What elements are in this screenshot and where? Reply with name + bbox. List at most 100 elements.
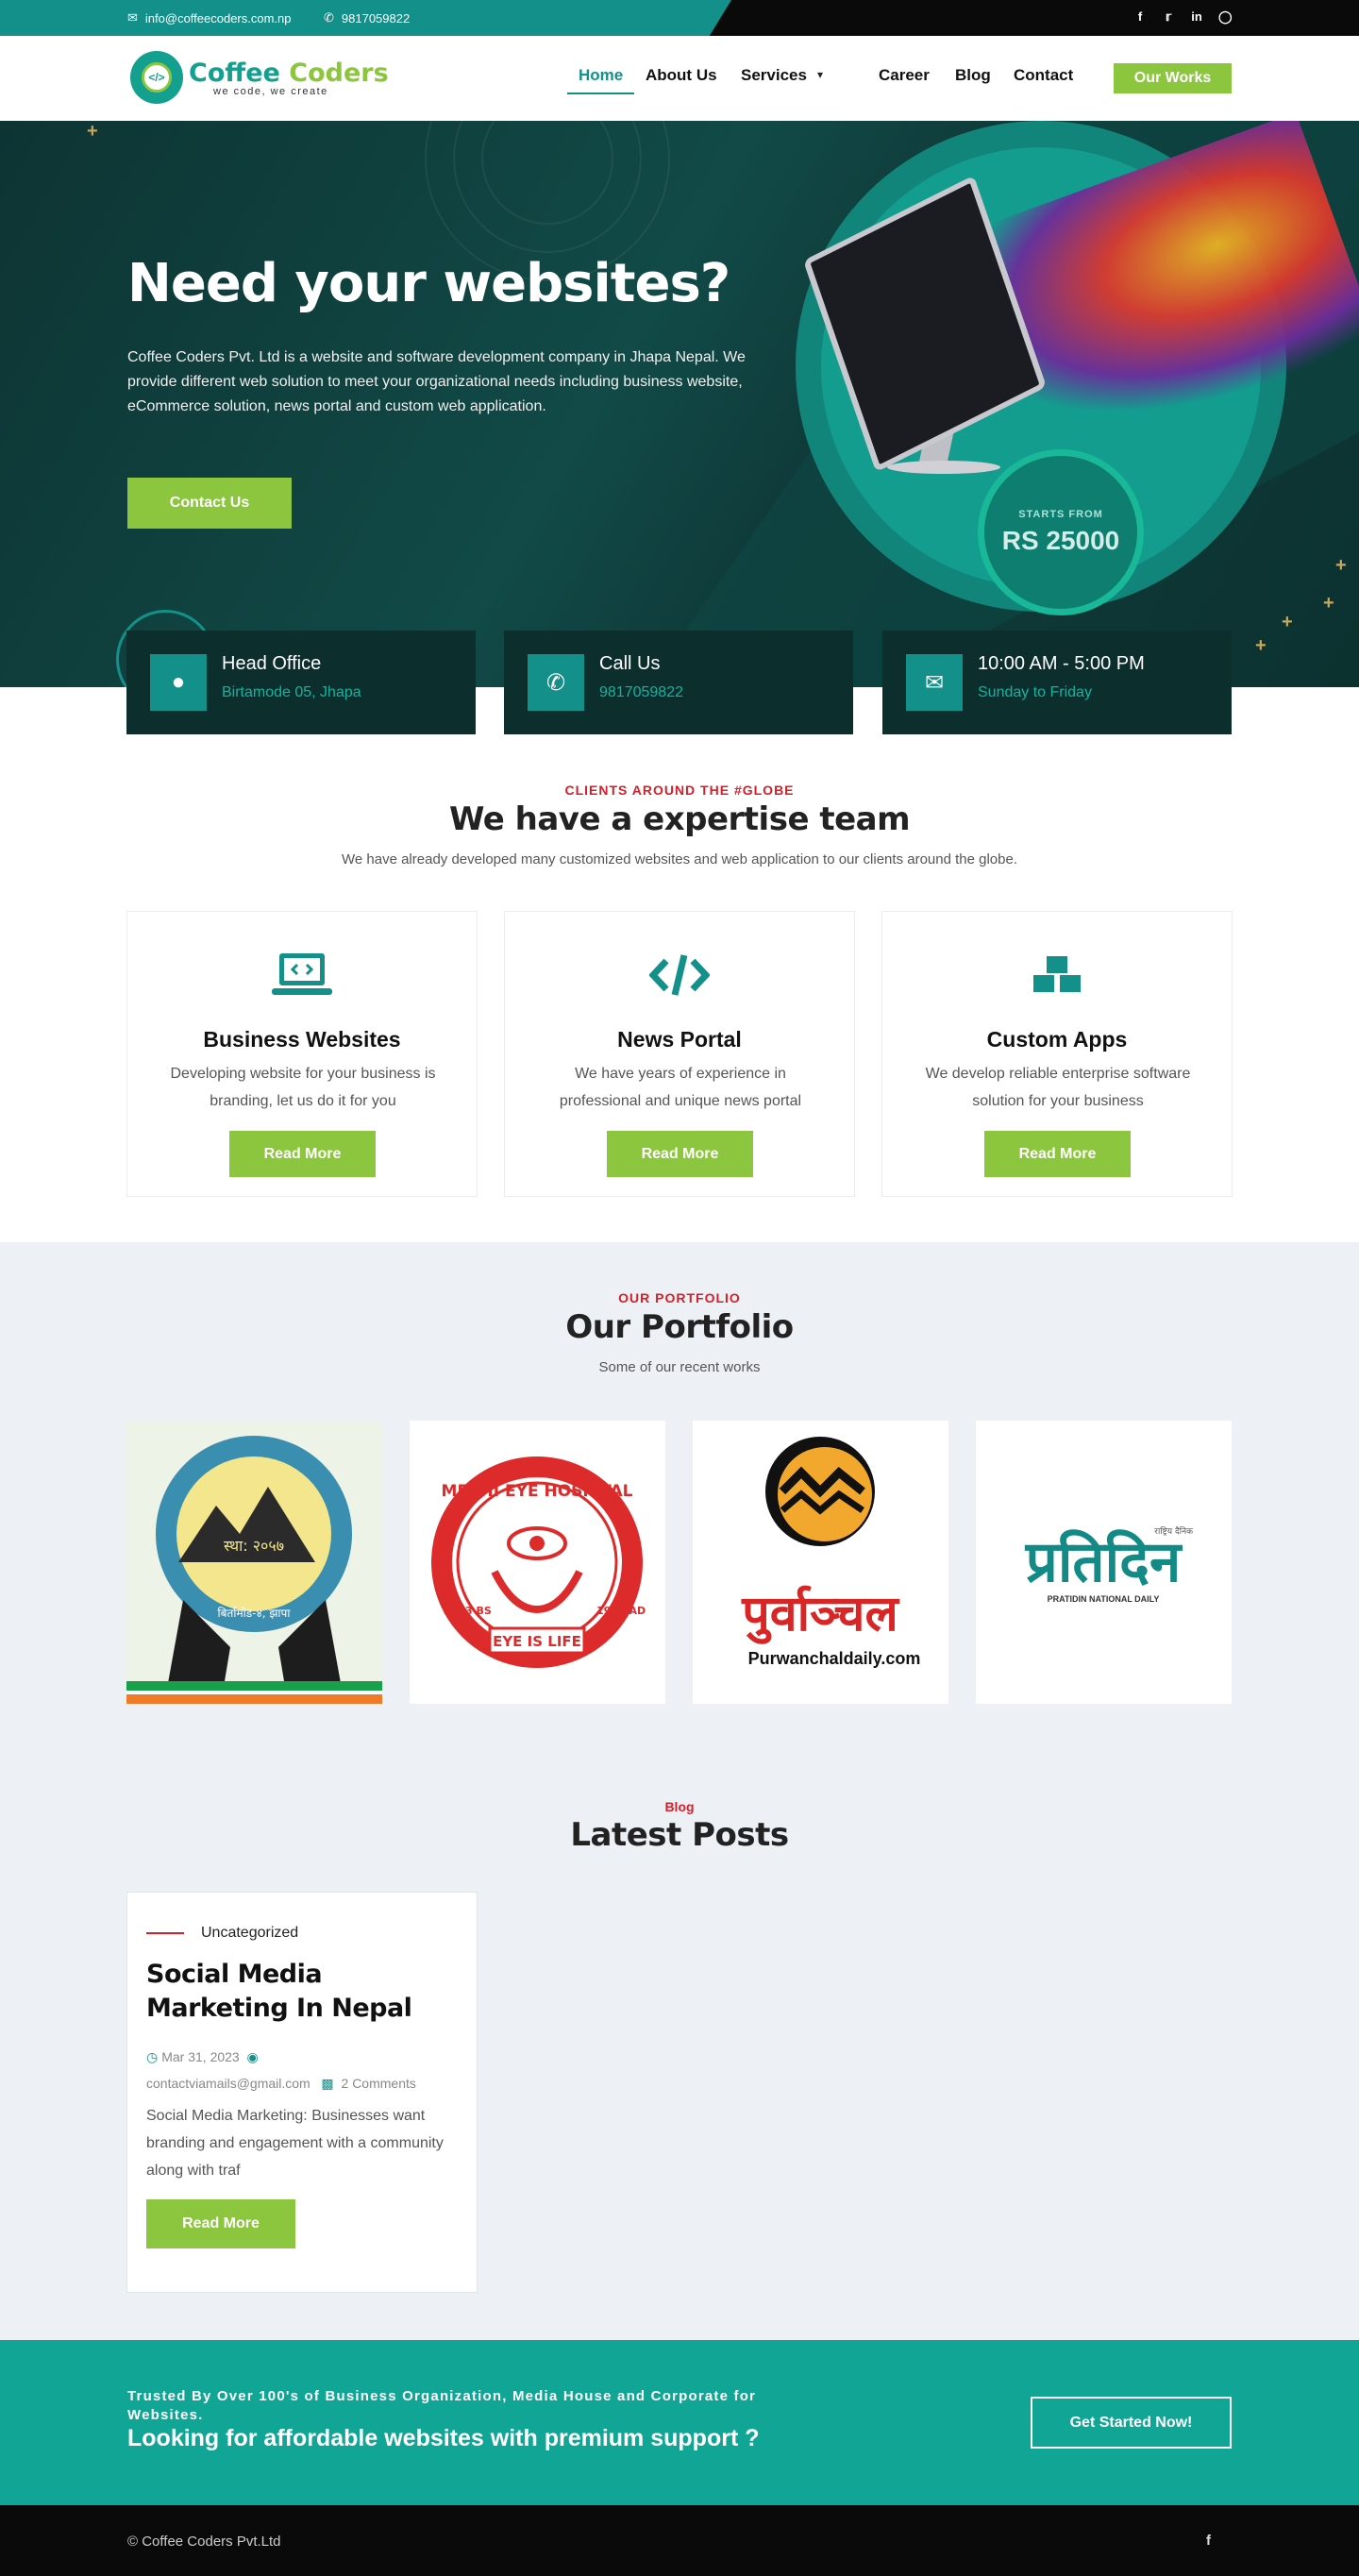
top-bar: ✉ info@coffeecoders.com.np ✆ 9817059822 … — [0, 0, 1359, 36]
logo-mark: </> — [130, 51, 183, 104]
service-description: Developing website for your business is … — [170, 1066, 436, 1109]
service-card-business-websites: Business Websites Developing website for… — [126, 911, 478, 1197]
mechi-logo-year-ad: 1996 AD — [596, 1605, 646, 1617]
cubes-icon — [882, 950, 1232, 1005]
price-value: RS 25000 — [1001, 526, 1120, 555]
pratidin-logo-subtitle: PRATIDIN NATIONAL DAILY — [1048, 1594, 1160, 1604]
top-phone-text: 9817059822 — [341, 10, 411, 25]
service-description: We have years of experience in professio… — [559, 1066, 802, 1109]
post-excerpt: Social Media Marketing: Businesses want … — [146, 2108, 444, 2179]
nav-active-underline — [567, 93, 634, 94]
blog-title: Latest Posts — [570, 1816, 789, 1854]
portfolio-subtitle: Some of our recent works — [598, 1359, 761, 1375]
info-card-call: ✆ Call Us 9817059822 — [504, 631, 853, 734]
info-card-hours: ✉ 10:00 AM - 5:00 PM Sunday to Friday — [882, 631, 1232, 734]
get-started-button[interactable]: Get Started Now! — [1031, 2397, 1232, 2449]
envelope-icon: ✉ — [127, 10, 138, 25]
mechi-logo-name: MECHI EYE HOSPITAL — [442, 1482, 633, 1501]
portfolio-item-mechi-eye[interactable]: MECHI EYE HOSPITAL EYE IS LIFE 2053 BS 1… — [410, 1421, 665, 1704]
pratidin-logo: राष्ट्रिय दैनिक प्रतिदिन PRATIDIN NATION… — [1025, 1525, 1194, 1604]
cooperative-logo: स्था: २०५७ बिर्तामोड-४, झापा — [126, 1436, 382, 1704]
info-card-title: Head Office — [222, 653, 322, 674]
pratidin-logo-title: प्रतिदिन — [1025, 1529, 1183, 1595]
cta-heading: Looking for affordable websites with pre… — [127, 2425, 760, 2451]
info-card-subtitle[interactable]: 9817059822 — [599, 684, 683, 701]
nav-services[interactable]: Services — [741, 66, 807, 85]
comments-icon: ▩ — [321, 2076, 334, 2091]
expertise-kicker: CLIENTS AROUND THE #GLOBE — [564, 783, 795, 798]
cta-trust-text: Trusted By Over 100's of Business Organi… — [127, 2388, 757, 2423]
post-comments[interactable]: 2 Comments — [342, 2076, 416, 2091]
facebook-icon[interactable]: f — [1133, 9, 1147, 25]
mechi-logo-slogan: EYE IS LIFE — [493, 1633, 581, 1650]
read-more-button[interactable]: Read More — [146, 2199, 295, 2248]
plus-decor-icon: + — [1255, 635, 1267, 656]
map-pin-icon: ● — [150, 654, 207, 711]
nav-contact[interactable]: Contact — [1014, 66, 1073, 85]
nav-home[interactable]: Home — [579, 66, 623, 85]
post-date: Mar 31, 2023 — [161, 2049, 240, 2064]
expertise-title: We have a expertise team — [448, 800, 911, 838]
site-header: </> Coffee Coders we code, we create Hom… — [0, 36, 1359, 121]
purwanchal-logo-title: पुर्वाञ्चल — [741, 1585, 899, 1644]
service-title: News Portal — [617, 1027, 742, 1052]
plus-decor-icon: + — [1335, 555, 1347, 576]
read-more-button[interactable]: Read More — [607, 1131, 753, 1177]
instagram-icon[interactable]: ◯ — [1218, 9, 1233, 25]
post-category-label: Uncategorized — [201, 1925, 299, 1941]
twitter-icon[interactable]: 𝕣 — [1162, 9, 1175, 25]
cooperative-logo-location: बिर्तामोड-४, झापा — [218, 1607, 292, 1620]
hero-section: STARTS FROM RS 25000 + + + + + Need your… — [0, 121, 1359, 687]
hero-description: Coffee Coders Pvt. Ltd is a website and … — [127, 349, 746, 414]
mechi-eye-hospital-logo: MECHI EYE HOSPITAL EYE IS LIFE 2053 BS 1… — [431, 1456, 646, 1668]
portfolio-item-purwanchal[interactable]: पुर्वाञ्चल Purwanchaldaily.com — [693, 1421, 948, 1704]
portfolio-kicker: OUR PORTFOLIO — [618, 1290, 741, 1305]
cta-section: Trusted By Over 100's of Business Organi… — [0, 2340, 1359, 2505]
info-card-subtitle: Sunday to Friday — [978, 684, 1092, 700]
phone-icon: ✆ — [324, 10, 334, 25]
mechi-logo-year-bs: 2053 BS — [444, 1605, 492, 1617]
clock-icon: ◷ — [146, 2049, 159, 2064]
top-email-text: info@coffeecoders.com.np — [144, 10, 292, 25]
post-category[interactable]: Uncategorized — [146, 1925, 298, 1942]
read-more-button[interactable]: Read More — [229, 1131, 376, 1177]
our-works-button[interactable]: Our Works — [1114, 63, 1232, 93]
envelope-open-icon: ✉ — [906, 654, 963, 711]
info-card-office: ● Head Office Birtamode 05, Jhapa — [126, 631, 476, 734]
service-title: Custom Apps — [986, 1027, 1128, 1052]
user-icon: ◉ — [246, 2049, 259, 2064]
info-card-title: Call Us — [599, 653, 661, 674]
chevron-down-icon: ▾ — [817, 68, 824, 81]
site-logo[interactable]: </> Coffee Coders we code, we create — [130, 51, 389, 104]
plus-decor-icon: + — [1323, 593, 1334, 614]
logo-wordmark: Coffee Coders we code, we create — [189, 59, 389, 97]
info-card-subtitle: Birtamode 05, Jhapa — [222, 684, 361, 700]
page: ✉ info@coffeecoders.com.np ✆ 9817059822 … — [0, 0, 1359, 2576]
nav-blog[interactable]: Blog — [955, 66, 991, 85]
price-label: STARTS FROM — [1018, 509, 1103, 520]
linkedin-icon[interactable]: in — [1190, 9, 1203, 25]
contact-us-button[interactable]: Contact Us — [127, 478, 292, 529]
post-author[interactable]: contactviamails@gmail.com — [146, 2076, 310, 2091]
post-meta: ◷ Mar 31, 2023 ◉ contactviamails@gmail.co… — [146, 2044, 458, 2096]
post-title[interactable]: Social Media Marketing In Nepal — [146, 1958, 467, 2026]
nav-about[interactable]: About Us — [646, 66, 717, 85]
nav-career[interactable]: Career — [879, 66, 930, 85]
top-email[interactable]: ✉ info@coffeecoders.com.np — [127, 10, 292, 25]
blog-post-card: Uncategorized Social Media Marketing In … — [126, 1892, 478, 2293]
code-icon: </> — [142, 62, 172, 93]
logo-part2: Coders — [289, 58, 389, 88]
facebook-icon[interactable]: f — [1206, 2533, 1211, 2549]
portfolio-item-cooperative[interactable]: स्था: २०५७ बिर्तामोड-४, झापा — [126, 1421, 382, 1704]
service-description: We develop reliable enterprise software … — [925, 1066, 1191, 1109]
portfolio-item-pratidin[interactable]: राष्ट्रिय दैनिक प्रतिदिन PRATIDIN NATION… — [976, 1421, 1232, 1704]
top-phone[interactable]: ✆ 9817059822 — [324, 10, 410, 25]
cooperative-logo-year: स्था: २०५७ — [224, 1537, 284, 1555]
hero-title: Need your websites? — [127, 253, 730, 314]
service-card-custom-apps: Custom Apps We develop reliable enterpri… — [881, 911, 1233, 1197]
read-more-button[interactable]: Read More — [984, 1131, 1131, 1177]
plus-decor-icon: + — [1282, 612, 1293, 632]
logo-part1: Coffee — [189, 58, 280, 88]
service-card-news-portal: News Portal We have years of experience … — [504, 911, 855, 1197]
purwanchal-daily-logo: पुर्वाञ्चल Purwanchaldaily.com — [741, 1437, 920, 1668]
